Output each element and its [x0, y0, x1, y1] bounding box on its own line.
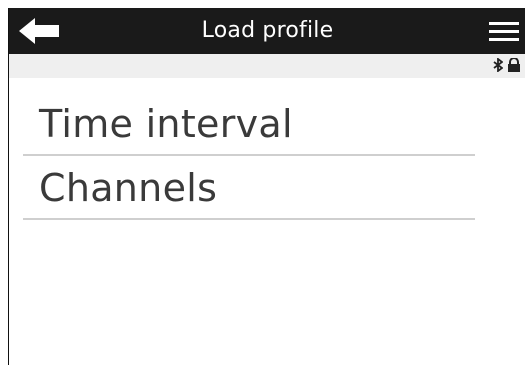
- header-bar: Load profile: [9, 8, 525, 54]
- status-bar: [9, 54, 525, 78]
- list-item-channels[interactable]: Channels: [23, 156, 475, 220]
- menu-button[interactable]: [489, 20, 519, 44]
- list-item-time-interval[interactable]: Time interval: [23, 92, 475, 156]
- device-screen: Load profile Time interval Channels: [8, 8, 525, 365]
- menu-list: Time interval Channels: [23, 92, 475, 220]
- bluetooth-icon: [493, 58, 503, 72]
- page-title: Load profile: [201, 18, 334, 43]
- lock-icon: [508, 58, 520, 72]
- hamburger-menu-icon: [489, 22, 519, 41]
